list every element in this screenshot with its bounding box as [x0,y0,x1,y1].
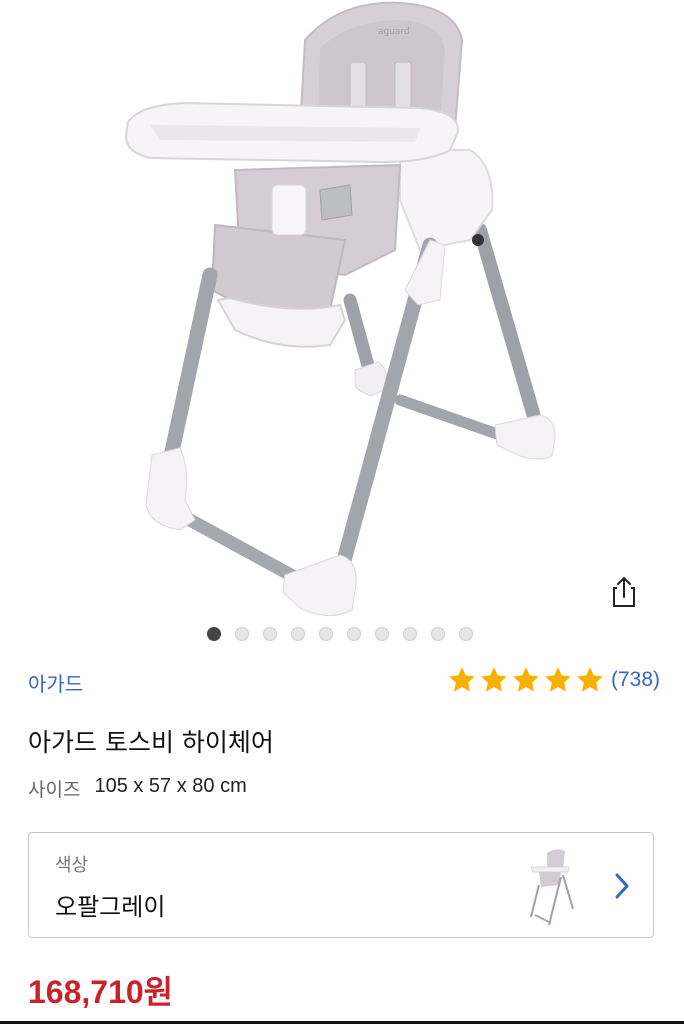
carousel-dot[interactable] [235,627,249,641]
share-icon [613,577,635,607]
chevron-right-icon [615,873,629,899]
brand-link[interactable]: 아가드 [28,668,83,697]
size-row: 사이즈 105 x 57 x 80 cm [28,775,247,802]
star-icon [545,667,571,692]
rating-stars [447,665,605,695]
star-icon [449,667,475,692]
size-label: 사이즈 [28,779,81,801]
star-icon [577,667,603,692]
option-label: 색상 [55,855,89,876]
carousel-dot[interactable] [291,627,305,641]
chair-logo: aguard [378,27,410,37]
carousel-dot[interactable] [403,627,417,641]
product-image[interactable]: aguard [0,0,684,618]
star-icon [481,667,507,692]
star-icon [513,667,539,692]
carousel-dot[interactable] [347,627,361,641]
carousel-dot[interactable] [319,627,333,641]
carousel-dot[interactable] [207,627,221,641]
high-chair-illustration: aguard [124,1,556,616]
size-value: 105 x 57 x 80 cm [94,775,247,797]
rating[interactable]: (738) [447,665,660,695]
carousel-indicator [207,627,473,641]
price: 168,710원 [28,974,174,1010]
review-count[interactable]: (738) [611,668,660,692]
share-button[interactable] [604,572,644,612]
option-thumbnail [530,849,574,926]
carousel-dot[interactable] [263,627,277,641]
carousel-dot[interactable] [459,627,473,641]
product-title: 아가드 토스비 하이체어 [28,728,274,757]
color-option-selector[interactable]: 색상 오팔그레이 [28,832,654,938]
option-value: 오팔그레이 [55,893,166,921]
carousel-dot[interactable] [375,627,389,641]
carousel-dot[interactable] [431,627,445,641]
